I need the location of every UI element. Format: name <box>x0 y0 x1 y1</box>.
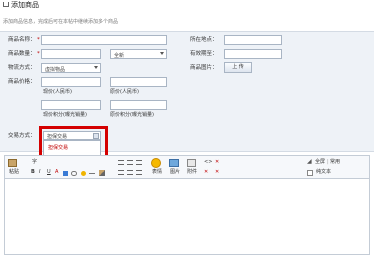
current-price-input[interactable] <box>41 77 101 87</box>
dialog-header: 添加商品 <box>0 0 374 12</box>
original-price-input[interactable] <box>110 77 167 87</box>
upload-button[interactable]: 上 传 <box>224 62 252 73</box>
quantity-label: 商品数量： <box>8 51 36 57</box>
delivery-select[interactable]: 虚拟物品 <box>41 63 101 73</box>
common-label[interactable]: 常用 <box>330 160 340 165</box>
chevron-down-icon <box>94 66 98 69</box>
quantity-unit-value: 全新 <box>114 53 125 59</box>
quantity-input[interactable] <box>41 49 101 59</box>
link-icon[interactable] <box>71 171 77 176</box>
smiley-icon[interactable] <box>151 158 161 168</box>
separator: | <box>327 159 329 165</box>
list-icon[interactable] <box>118 170 124 175</box>
image-label: 图片 <box>170 169 181 175</box>
name-input[interactable] <box>41 35 167 45</box>
brush-icon[interactable] <box>99 170 105 176</box>
remove-format-icon[interactable]: ✕ <box>215 160 219 165</box>
upload-button-label: 上 传 <box>232 64 244 70</box>
image-label: 商品图片： <box>190 65 218 71</box>
editor-toolbar: 粘贴 字 B I U A 表情 图片 附件 <> ✕ ✕ ✕ ◢ 全屏 | 常用… <box>4 155 370 179</box>
attachment-icon[interactable] <box>187 159 196 167</box>
remove-icon[interactable]: ✕ <box>204 170 208 175</box>
plaintext-checkbox[interactable] <box>307 170 313 176</box>
italic-icon[interactable]: I <box>39 170 40 175</box>
editor-body[interactable] <box>4 179 370 255</box>
current-price-caption: 现价(人民币) <box>43 89 72 95</box>
name-label: 商品名称： <box>8 37 36 43</box>
indent-icon[interactable] <box>136 170 142 175</box>
font-label: 字 <box>32 159 38 165</box>
image-icon[interactable] <box>169 159 179 167</box>
align-left-icon[interactable] <box>118 160 124 165</box>
validity-label: 有效期至： <box>190 51 218 57</box>
validity-input[interactable] <box>224 49 282 59</box>
basket-icon <box>3 2 9 7</box>
highlight-color-icon[interactable] <box>63 171 68 176</box>
name-required-mark: * <box>37 37 40 43</box>
chevron-down-icon <box>160 52 164 55</box>
bold-icon[interactable]: B <box>31 170 35 175</box>
original-points-input[interactable] <box>110 100 167 110</box>
hr-icon[interactable] <box>89 173 95 174</box>
underline-icon[interactable]: U <box>47 170 51 175</box>
emoji-label: 表情 <box>152 169 163 175</box>
original-price-caption: 原价(人民币) <box>110 89 139 95</box>
attachment-label: 附件 <box>187 169 198 175</box>
smiley-mini-icon[interactable] <box>81 171 86 176</box>
font-color-icon[interactable]: A <box>55 170 58 175</box>
quantity-unit-select[interactable]: 全新 <box>110 49 167 59</box>
paste-icon[interactable] <box>8 159 17 167</box>
align-center-icon[interactable] <box>127 160 133 165</box>
current-points-input[interactable] <box>41 100 101 110</box>
quantity-required-mark: * <box>37 51 40 57</box>
location-input[interactable] <box>224 35 282 45</box>
align-right-icon[interactable] <box>136 160 142 165</box>
paste-label: 粘贴 <box>9 169 20 175</box>
dialog-title: 添加商品 <box>11 1 39 9</box>
trade-label: 交易方式： <box>8 133 36 139</box>
original-points-caption: 原价积分(曝光销量) <box>110 112 154 118</box>
delivery-label: 物流方式： <box>8 65 36 71</box>
fullscreen-label[interactable]: 全屏 <box>315 160 325 165</box>
clear-icon[interactable]: ✕ <box>215 170 219 175</box>
code-icon[interactable]: <> <box>204 160 212 165</box>
ordered-list-icon[interactable] <box>127 170 133 175</box>
location-label: 所在地点： <box>190 37 218 43</box>
plaintext-label: 纯文本 <box>316 169 332 175</box>
price-label: 商品价格： <box>8 79 36 85</box>
delivery-value: 虚拟物品 <box>45 67 66 73</box>
current-points-caption: 现价积分(曝光销量) <box>43 112 87 118</box>
expand-icon[interactable]: ◢ <box>307 159 312 165</box>
dialog-subtitle: 添加商品信息，完成后可在本帖中继续添加多个商品 <box>3 19 119 25</box>
